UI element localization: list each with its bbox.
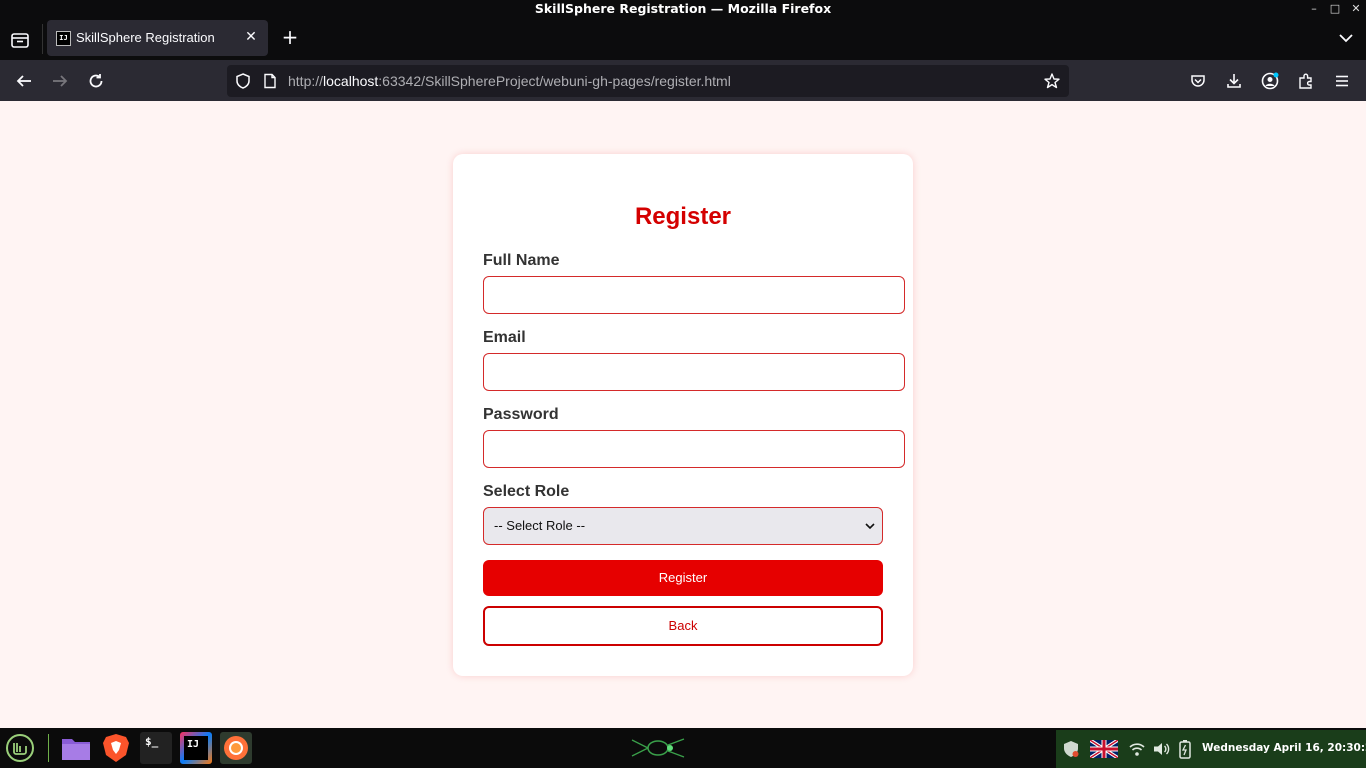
page-info-icon[interactable]	[262, 73, 278, 89]
reload-button[interactable]	[82, 67, 110, 95]
back-nav-button[interactable]	[10, 67, 38, 95]
taskbar-separator	[48, 734, 49, 762]
system-taskbar: $_ IJ Wednesday April 16, 20:30:26	[0, 728, 1366, 768]
arrow-right-icon	[53, 75, 68, 87]
full-name-label: Full Name	[483, 252, 560, 269]
firefox-icon	[224, 736, 248, 760]
chevron-down-icon	[865, 523, 875, 530]
email-label: Email	[483, 329, 526, 346]
full-name-input[interactable]	[483, 276, 905, 314]
minimize-button[interactable]: –	[1304, 0, 1324, 18]
taskbar-files[interactable]	[60, 732, 92, 764]
tab-title: SkillSphere Registration	[76, 30, 215, 45]
downloads-button[interactable]	[1220, 67, 1248, 95]
forward-nav-button[interactable]	[46, 67, 74, 95]
list-all-tabs-button[interactable]	[1336, 28, 1356, 48]
email-input[interactable]	[483, 353, 905, 391]
pocket-icon	[1191, 75, 1205, 87]
taskbar-intellij[interactable]: IJ	[180, 732, 212, 764]
volume-icon[interactable]	[1152, 740, 1170, 758]
navigation-toolbar: http://localhost:63342/SkillSphereProjec…	[0, 60, 1366, 101]
brave-browser-icon	[103, 734, 129, 762]
new-tab-button[interactable]: +	[278, 26, 302, 50]
puzzle-piece-icon	[1299, 73, 1312, 89]
taskbar-terminal[interactable]: $_	[140, 732, 172, 764]
page-viewport: Register Full Name Email Password Select…	[0, 101, 1366, 728]
tab-strip: IJ SkillSphere Registration ✕ +	[0, 18, 1366, 60]
account-icon	[1261, 72, 1279, 90]
battery-icon[interactable]	[1178, 739, 1192, 759]
url-text[interactable]: http://localhost:63342/SkillSphereProjec…	[288, 73, 731, 89]
back-button[interactable]: Back	[483, 606, 883, 646]
arrow-left-icon	[16, 75, 31, 87]
desktop-spider-logo-icon	[628, 736, 688, 764]
url-host: localhost	[323, 73, 379, 89]
close-window-button[interactable]: ✕	[1346, 0, 1366, 18]
role-select-value: -- Select Role --	[494, 518, 586, 533]
reload-icon	[89, 74, 103, 88]
extensions-button[interactable]	[1292, 67, 1320, 95]
window-title: SkillSphere Registration — Mozilla Firef…	[534, 1, 832, 16]
chevron-down-icon	[1339, 34, 1353, 43]
uk-flag-keyboard-layout-icon[interactable]	[1090, 740, 1118, 758]
url-bar[interactable]: http://localhost:63342/SkillSphereProjec…	[227, 65, 1069, 97]
system-tray: Wednesday April 16, 20:30:26	[1056, 730, 1366, 768]
wifi-icon[interactable]	[1128, 740, 1146, 758]
app-menu-button[interactable]	[1328, 67, 1356, 95]
hamburger-menu-icon	[1336, 75, 1348, 87]
intellij-icon: IJ	[184, 736, 208, 760]
url-path: :63342/SkillSphereProject/webuni-gh-page…	[378, 73, 731, 89]
bookmark-star-icon[interactable]	[1043, 72, 1061, 90]
update-shield-icon[interactable]	[1062, 740, 1080, 758]
folder-icon	[62, 739, 90, 760]
url-scheme: http://	[288, 73, 324, 89]
tab-close-icon[interactable]: ✕	[242, 28, 260, 46]
tracking-protection-shield-icon[interactable]	[234, 72, 252, 90]
tab-skillsphere-registration[interactable]: IJ SkillSphere Registration ✕	[47, 20, 268, 56]
tab-list-icon	[11, 33, 29, 48]
firefox-view-button[interactable]	[6, 26, 34, 54]
linux-mint-logo-icon	[6, 734, 34, 762]
register-card: Register Full Name Email Password Select…	[453, 154, 913, 676]
register-button[interactable]: Register	[483, 560, 883, 596]
taskbar-brave[interactable]	[100, 732, 132, 764]
download-icon	[1227, 74, 1241, 88]
page-heading: Register	[634, 203, 732, 230]
mint-menu-button[interactable]	[4, 732, 36, 764]
role-select[interactable]: -- Select Role --	[483, 507, 883, 545]
window-titlebar: SkillSphere Registration — Mozilla Firef…	[0, 0, 1366, 18]
role-label: Select Role	[483, 483, 570, 500]
account-button[interactable]	[1256, 67, 1284, 95]
terminal-icon: $_	[145, 735, 159, 748]
pocket-button[interactable]	[1184, 67, 1212, 95]
taskbar-clock[interactable]: Wednesday April 16, 20:30:26	[1202, 742, 1366, 754]
password-label: Password	[483, 406, 559, 423]
maximize-button[interactable]: □	[1325, 0, 1345, 18]
tab-separator	[42, 24, 43, 54]
password-input[interactable]	[483, 430, 905, 468]
intellij-favicon-icon: IJ	[56, 31, 71, 46]
taskbar-firefox[interactable]	[220, 732, 252, 764]
